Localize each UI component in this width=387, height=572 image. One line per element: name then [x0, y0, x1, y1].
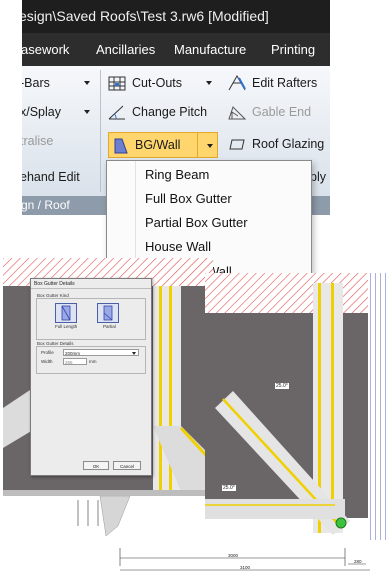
title-divider [31, 288, 151, 289]
partial-icon [103, 305, 113, 321]
chevron-down-icon[interactable] [207, 144, 213, 148]
width-label: Width [41, 359, 53, 364]
width-field[interactable]: 265 [63, 358, 87, 365]
profile-select[interactable]: 200mm [63, 349, 139, 356]
gable-end-icon [228, 106, 246, 120]
full-length-option[interactable] [55, 303, 77, 323]
dimension-label: 280 [354, 559, 362, 564]
cut-outs-icon [108, 76, 126, 91]
chevron-down-icon [84, 81, 90, 85]
edit-rafters-button[interactable]: Edit Rafters [228, 71, 330, 95]
pitch-angle-icon [108, 105, 125, 120]
box-gutter-details-dialog: Box Gutter Details Box Gutter Kind Full … [30, 278, 152, 476]
change-pitch-button[interactable]: Change Pitch [108, 100, 216, 124]
dialog-title: Box Gutter Details [34, 281, 75, 287]
menu-printing[interactable]: Printing [271, 33, 315, 66]
cancel-button[interactable]: Cancel [113, 461, 141, 470]
gable-end-button[interactable]: Gable End [228, 100, 330, 124]
chevron-down-icon [84, 110, 90, 114]
menu-manufacture[interactable]: Manufacture [174, 33, 246, 66]
chevron-down-icon [132, 352, 136, 355]
chevron-down-icon [206, 81, 212, 85]
window-title: esign\Saved Roofs\Test 3.rw6 [Modified] [22, 8, 269, 24]
bars-button[interactable]: -Bars [22, 71, 94, 95]
pitch-label: 25.0° [222, 485, 236, 491]
splay-button[interactable]: x/Splay [22, 100, 94, 124]
bg-wall-button[interactable]: BG/Wall [108, 132, 218, 158]
width-unit: mm [89, 359, 97, 364]
box-gutter-wall-icon [114, 138, 128, 154]
menu-item-ring-beam[interactable]: Ring Beam [107, 163, 309, 187]
partial-option[interactable] [97, 303, 119, 323]
menu-basework[interactable]: asework [22, 33, 84, 66]
edit-rafters-icon [228, 74, 246, 91]
kind-group-box [36, 298, 146, 340]
menu-item-full-box-gutter[interactable]: Full Box Gutter [107, 187, 309, 211]
pitch-label: 25.0° [275, 383, 289, 389]
cut-outs-button[interactable]: Cut-Outs [108, 71, 216, 95]
profile-label: Profile [41, 350, 54, 355]
full-length-icon [61, 305, 71, 321]
dimension-label: 3000 [228, 553, 239, 558]
title-bar: esign\Saved Roofs\Test 3.rw6 [Modified] [22, 0, 330, 33]
full-length-label: Full Length [55, 324, 78, 329]
menu-item-house-wall[interactable]: House Wall [107, 235, 309, 259]
dimension-lines [77, 496, 370, 571]
freehand-edit-button[interactable]: ehand Edit [22, 165, 94, 189]
roof-glazing-button[interactable]: Roof Glazing [228, 132, 330, 156]
roof-glazing-icon [229, 139, 245, 150]
menu-item-partial-box-gutter[interactable]: Partial Box Gutter [107, 211, 309, 235]
split-divider [197, 133, 198, 157]
dimension-label: 3100 [240, 565, 251, 570]
ok-button[interactable]: OK [83, 461, 109, 470]
apply-button-partial[interactable]: ply [310, 165, 330, 189]
partial-label: Partial [103, 324, 116, 329]
menu-ancillaries[interactable]: Ancillaries [96, 33, 155, 66]
centralise-button[interactable]: tralise [22, 129, 94, 153]
ribbon-separator [100, 70, 101, 192]
menu-bar: asework Ancillaries Manufacture Printing [22, 33, 330, 66]
